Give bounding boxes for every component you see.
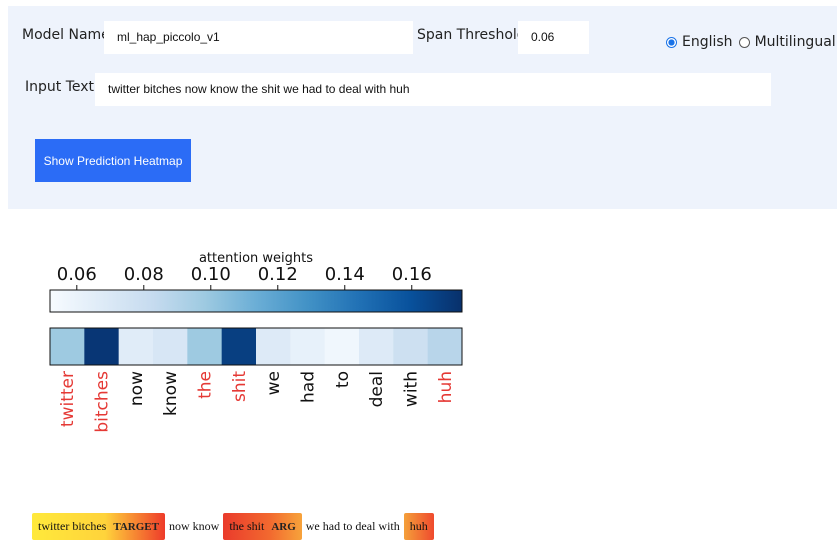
colorbar: [49, 289, 463, 313]
token-label: the: [196, 371, 216, 399]
colorbar-tick-label: 0.16: [392, 264, 432, 285]
heatmap-cell: [153, 328, 188, 365]
colorbar-tick-label: 0.08: [124, 264, 164, 285]
token-label: now: [127, 371, 147, 406]
span-text: twitter bitches: [38, 519, 107, 533]
heatmap-cell: [221, 328, 257, 365]
heatmap-cell: [427, 328, 463, 365]
input-text-field[interactable]: [95, 73, 771, 106]
show-heatmap-button[interactable]: Show Prediction Heatmap: [35, 139, 191, 182]
heatmap-cells: [50, 328, 463, 365]
heatmap-cell: [290, 328, 326, 365]
highlighted-span: the shit ARG: [223, 513, 302, 540]
heatmap-cell: [84, 328, 120, 365]
token-label: huh: [436, 371, 456, 403]
span-tag: ARG: [271, 520, 296, 533]
colorbar-tick-label: 0.06: [57, 264, 97, 285]
token-labels: twitter bitches now know the shit we had to deal w…: [58, 371, 456, 433]
colorbar-tick-label: 0.12: [258, 264, 298, 285]
token-label: shit: [230, 371, 250, 402]
heatmap-cell: [256, 328, 291, 365]
heatmap-cell: [50, 328, 85, 365]
model-name-input[interactable]: [104, 21, 413, 54]
heatmap-cell: [359, 328, 394, 365]
multilingual-radio-label[interactable]: Multilingual: [755, 34, 836, 50]
attention-heatmap-chart: attention weights 0.06 0.08 0.10 0.12 0.14 0.…: [49, 251, 463, 433]
english-radio-label[interactable]: English: [682, 34, 733, 50]
token-label: with: [402, 371, 422, 407]
span-legend: twitter bitches TARGET now know the shit ARG…: [32, 513, 438, 540]
heatmap-cell: [187, 328, 223, 365]
token-label: had: [299, 371, 319, 403]
language-radio-group: English Multilingual: [666, 34, 836, 50]
plain-span-text: now know: [168, 519, 220, 533]
multilingual-radio[interactable]: [738, 36, 750, 48]
colorbar-ticks: 0.06 0.08 0.10 0.12 0.14 0.16: [57, 264, 432, 290]
token-label: twitter: [58, 371, 78, 427]
input-text-label: Input Text:: [25, 79, 99, 95]
english-radio[interactable]: [666, 36, 677, 48]
token-label: to: [333, 371, 353, 388]
span-tag: TARGET: [113, 520, 159, 533]
token-label: bitches: [93, 371, 113, 433]
heatmap-cell: [118, 328, 154, 365]
span-threshold-label: Span Threshold:: [417, 27, 531, 43]
span-threshold-input[interactable]: [518, 21, 589, 54]
model-name-label: Model Name:: [22, 27, 115, 43]
highlighted-span: twitter bitches TARGET: [32, 513, 165, 540]
token-label: we: [264, 371, 284, 395]
span-text: huh: [409, 519, 428, 533]
plain-span-text: we had to deal with: [305, 519, 400, 533]
heatmap-cell: [324, 328, 360, 365]
heatmap-cell: [393, 328, 429, 365]
colorbar-tick-label: 0.10: [191, 264, 231, 285]
colorbar-tick-label: 0.14: [325, 264, 365, 285]
token-label: know: [161, 371, 181, 416]
span-text: the shit: [229, 519, 265, 533]
highlighted-span: huh: [403, 513, 434, 540]
token-label: deal: [367, 371, 387, 407]
